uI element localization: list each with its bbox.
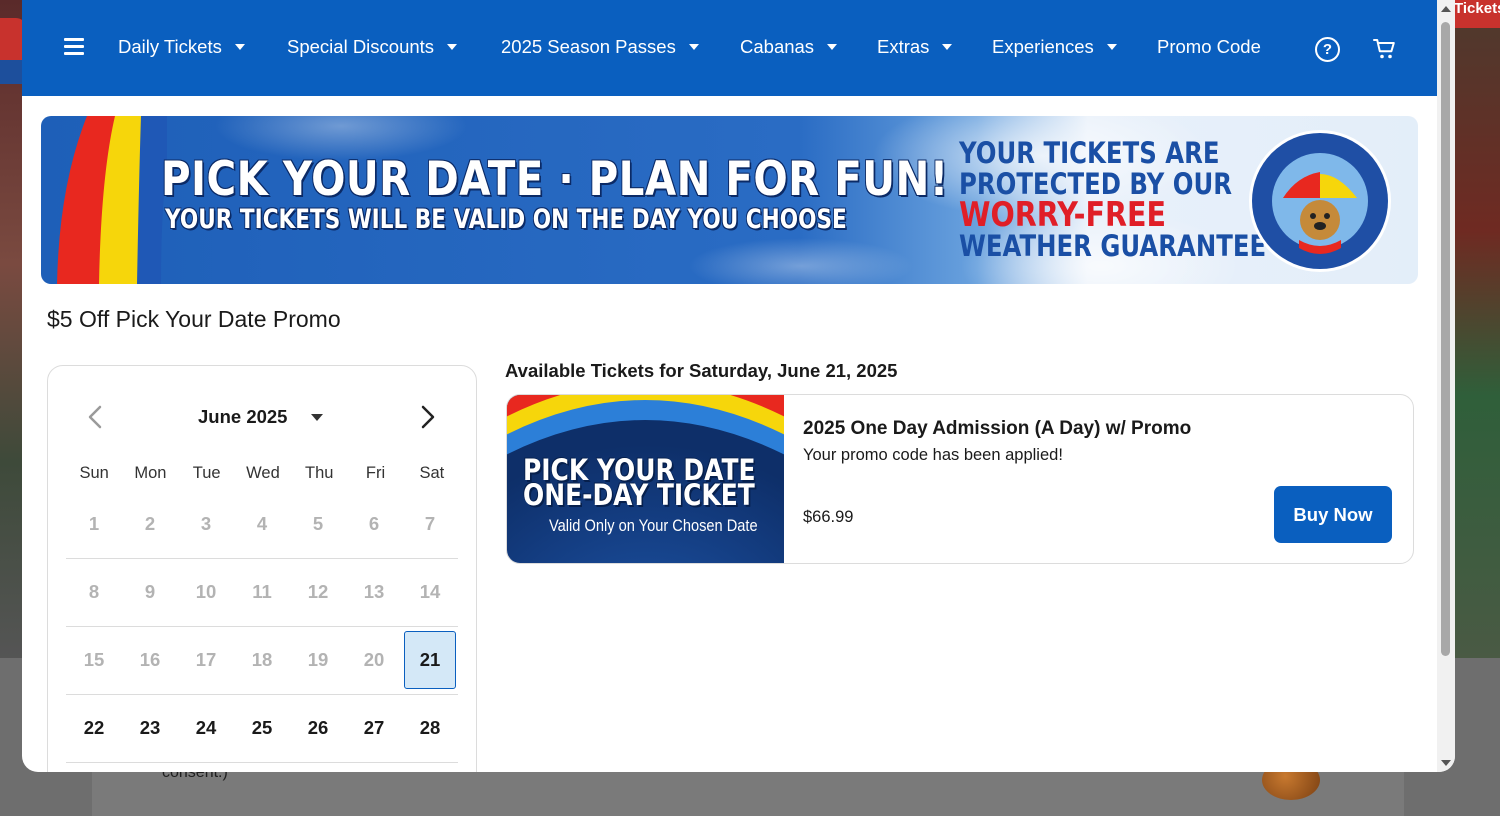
guarantee-line: YOUR TICKETS ARE [959, 136, 1220, 170]
nav-item-label: Extras [877, 36, 930, 57]
nav-item-label: 2025 Season Passes [501, 36, 676, 57]
weekday-label: Sat [419, 464, 445, 482]
rainbow-graphic [57, 116, 167, 284]
background-tickets-tab: Tickets [1450, 0, 1500, 28]
nav-item-label: Special Discounts [287, 36, 435, 57]
calendar-week: 8 9 10 11 12 13 14 [66, 558, 458, 627]
calendar-day[interactable]: 27 [346, 700, 402, 756]
chevron-down-icon [447, 44, 458, 50]
ticket-modal: Daily Tickets Special Discounts 2025 Sea… [22, 0, 1455, 772]
calendar-day-disabled: 2 [144, 513, 156, 534]
buy-now-button[interactable]: Buy Now [1274, 486, 1392, 543]
calendar-day-disabled: 1 [88, 513, 100, 534]
calendar-day-disabled: 14 [419, 581, 441, 602]
calendar-day-disabled: 4 [256, 513, 268, 534]
nav-cabanas[interactable]: Cabanas [740, 36, 838, 58]
weekday-label: Thu [305, 464, 334, 482]
guarantee-highlight: WORRY-FREE [959, 195, 1167, 235]
month-label: June 2025 [198, 406, 288, 427]
weekday-label: Tue [192, 464, 221, 482]
chevron-left-icon[interactable] [84, 404, 106, 430]
ticket-image: PICK YOUR DATE ONE-DAY TICKET Valid Only… [507, 395, 784, 563]
calendar-day-disabled: 19 [307, 649, 329, 670]
promo-banner: PICK YOUR DATE · PLAN FOR FUN! YOUR TICK… [41, 116, 1418, 284]
calendar-day-disabled: 5 [312, 513, 324, 534]
ticket-image-line: ONE-DAY TICKET [523, 478, 755, 512]
calendar-day-disabled: 16 [139, 649, 161, 670]
banner-subtitle: YOUR TICKETS WILL BE VALID ON THE DAY YO… [165, 204, 847, 235]
ticket-price: $66.99 [803, 508, 854, 526]
guarantee-text: YOUR TICKETS ARE PROTECTED BY OUR WORRY-… [959, 138, 1266, 262]
weekday-label: Sun [79, 464, 109, 482]
nav-daily-tickets[interactable]: Daily Tickets [118, 36, 245, 58]
chevron-down-icon [827, 44, 838, 50]
nav-extras[interactable]: Extras [877, 36, 953, 58]
banner-title: PICK YOUR DATE · PLAN FOR FUN! [161, 152, 949, 207]
calendar-day-disabled: 6 [368, 513, 380, 534]
calendar-day-disabled: 18 [251, 649, 273, 670]
chevron-down-icon [942, 44, 953, 50]
calendar-day-disabled: 20 [363, 649, 385, 670]
weekday-label: Fri [365, 464, 386, 482]
date-picker-calendar: June 2025 Sun Mon Tue Wed Thu Fri Sat 1 … [47, 365, 477, 772]
calendar-week: 1 2 3 4 5 6 7 [66, 490, 458, 559]
calendar-day[interactable]: 23 [122, 700, 178, 756]
chevron-right-icon[interactable] [417, 404, 439, 430]
nav-item-label: Experiences [992, 36, 1094, 57]
calendar-day-disabled: 10 [195, 581, 217, 602]
nav-special-discounts[interactable]: Special Discounts [287, 36, 458, 58]
ticket-image-caption: Valid Only on Your Chosen Date [549, 516, 758, 535]
chevron-down-icon [1106, 44, 1117, 50]
modal-scrollbar[interactable] [1437, 0, 1455, 772]
available-tickets-heading: Available Tickets for Saturday, June 21,… [505, 360, 898, 381]
calendar-day-disabled: 17 [195, 649, 217, 670]
help-icon[interactable]: ? [1315, 37, 1340, 62]
weekday-label: Mon [134, 464, 167, 482]
nav-item-label: Daily Tickets [118, 36, 222, 57]
cart-icon[interactable] [1373, 37, 1397, 61]
calendar-day[interactable]: 25 [234, 700, 290, 756]
ticket-name: 2025 One Day Admission (A Day) w/ Promo [803, 418, 1192, 439]
guarantee-line: WEATHER GUARANTEE [959, 229, 1267, 263]
calendar-day[interactable]: 24 [178, 700, 234, 756]
calendar-day-disabled: 7 [424, 513, 436, 534]
chevron-down-icon [311, 413, 324, 421]
nav-item-label: Cabanas [740, 36, 815, 57]
nav-experiences[interactable]: Experiences [992, 36, 1117, 58]
menu-icon[interactable] [64, 38, 84, 56]
nav-season-passes[interactable]: 2025 Season Passes [501, 36, 699, 58]
calendar-day[interactable]: 22 [66, 700, 122, 756]
promo-applied-note: Your promo code has been applied! [803, 446, 1063, 464]
scrollbar-thumb[interactable] [1441, 22, 1450, 656]
top-navigation: Daily Tickets Special Discounts 2025 Sea… [22, 0, 1437, 96]
nav-item-label: Promo Code [1157, 36, 1261, 57]
calendar-week: 22 23 24 25 26 27 28 [66, 694, 458, 763]
weekday-header: Sun Mon Tue Wed Thu Fri Sat [66, 464, 460, 483]
calendar-day-disabled: 12 [307, 581, 329, 602]
calendar-day-disabled: 8 [88, 581, 100, 602]
calendar-day[interactable]: 28 [402, 700, 458, 756]
calendar-day-selected[interactable]: 21 [404, 631, 456, 689]
calendar-day-disabled: 3 [200, 513, 212, 534]
calendar-day-disabled: 15 [83, 649, 105, 670]
nav-promo-code[interactable]: Promo Code [1157, 36, 1261, 58]
scroll-down-arrow-icon[interactable] [1441, 760, 1451, 766]
calendar-day-disabled: 13 [363, 581, 385, 602]
background-right-edge: Tickets [1450, 0, 1500, 660]
calendar-week: 15 16 17 18 19 20 21 [66, 626, 458, 695]
weekday-label: Wed [246, 464, 280, 482]
calendar-day-disabled: 9 [144, 581, 156, 602]
calendar-day-disabled: 11 [252, 581, 272, 602]
weather-guarantee-badge [1249, 130, 1391, 272]
calendar-day[interactable]: 26 [290, 700, 346, 756]
scroll-up-arrow-icon[interactable] [1441, 6, 1451, 12]
ticket-card: PICK YOUR DATE ONE-DAY TICKET Valid Only… [506, 394, 1414, 564]
page-title: $5 Off Pick Your Date Promo [47, 306, 341, 332]
chevron-down-icon [688, 44, 699, 50]
month-select[interactable]: June 2025 [198, 406, 324, 428]
chevron-down-icon [234, 44, 245, 50]
